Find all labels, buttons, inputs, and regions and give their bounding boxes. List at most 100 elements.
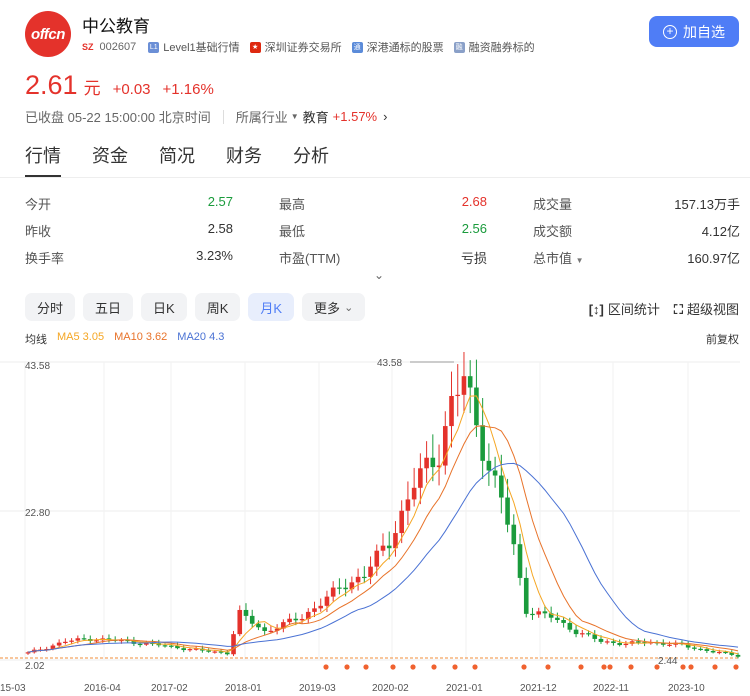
- candle-body: [542, 611, 548, 614]
- tab-analysis[interactable]: 分析: [293, 142, 329, 177]
- candle-body: [299, 618, 305, 621]
- candle-body: [287, 618, 292, 623]
- candle-body: [343, 587, 348, 590]
- candle-body: [710, 650, 716, 653]
- x-axis-label: 2016-04: [84, 683, 121, 694]
- super-view-label: 超级视图: [686, 302, 739, 317]
- adjust-mode[interactable]: 前复权: [706, 331, 739, 347]
- stat-value: 157.13万手: [674, 197, 740, 212]
- badge-exchange[interactable]: ★ 深圳证券交易所: [249, 39, 342, 55]
- ma-lines: [27, 395, 739, 655]
- stat-value: 2.68: [461, 194, 487, 209]
- stat-value: 亏损: [460, 251, 487, 266]
- candle-body: [337, 587, 342, 589]
- candle-body: [75, 638, 81, 641]
- period-more-button[interactable]: 更多 ⌄: [302, 293, 366, 321]
- candle-body: [455, 394, 461, 397]
- x-axis-label: 2017-02: [151, 683, 188, 694]
- stat-open: 今开 2.57: [25, 194, 233, 213]
- event-dot: [607, 664, 613, 670]
- candle-body: [636, 641, 641, 643]
- industry-link[interactable]: 所属行业 ▼ 教育 +1.57% ›: [236, 107, 388, 126]
- event-dot: [521, 664, 527, 670]
- event-dot: [733, 664, 739, 670]
- kline-chart[interactable]: 43.58 22.80 2.02 43.58 2.44 15-03 2016-04…: [0, 352, 750, 696]
- candle-body: [411, 487, 417, 500]
- x-axis-label: 2018-01: [225, 683, 262, 694]
- candle-body: [567, 622, 573, 630]
- china-flag-icon: ★: [249, 41, 261, 53]
- stats-row: 今开 2.57 最高 2.68 成交量 157.13万手: [25, 190, 740, 217]
- stats-row: 昨收 2.58 最低 2.56 成交额 4.12亿: [25, 217, 740, 244]
- stat-market-cap[interactable]: 总市值 ▼ 160.97亿: [533, 248, 740, 267]
- tab-profile[interactable]: 简况: [159, 142, 195, 177]
- candle-body: [187, 649, 193, 651]
- stat-pe: 市盈(TTM) 亏损: [279, 248, 487, 267]
- candle-body: [237, 609, 243, 635]
- stat-turnover-rate: 换手率 3.23%: [25, 248, 233, 267]
- candle-body: [256, 623, 261, 628]
- industry-change: +1.57%: [332, 109, 378, 124]
- x-axis-label: 15-03: [0, 683, 26, 694]
- candle-body: [430, 457, 436, 468]
- add-watchlist-button[interactable]: + 加自选: [649, 16, 739, 47]
- chevron-right-icon: ›: [383, 109, 388, 124]
- candle-body: [362, 576, 367, 579]
- tab-funds[interactable]: 资金: [92, 142, 128, 177]
- event-dot: [323, 664, 329, 670]
- add-watchlist-label: 加自选: [683, 23, 725, 40]
- event-dot: [390, 664, 396, 670]
- event-dot: [578, 664, 584, 670]
- badge-level1[interactable]: L1 Level1基础行情: [148, 39, 240, 55]
- candle-body: [492, 470, 498, 476]
- candle-body: [692, 647, 697, 649]
- period-monthly-button[interactable]: 月K: [248, 293, 295, 321]
- candle-body: [249, 615, 255, 624]
- candle-body: [617, 642, 622, 646]
- candle-body: [704, 649, 710, 651]
- candle-body: [168, 645, 174, 647]
- industry-name: 教育: [302, 110, 329, 125]
- period-weekly-button[interactable]: 周K: [194, 293, 241, 321]
- event-dot: [431, 664, 437, 670]
- candle-body: [474, 387, 479, 426]
- chart-tools: [↕] 区间统计 ⛶ 超级视图: [589, 299, 739, 318]
- stat-prev-close: 昨收 2.58: [25, 221, 233, 240]
- badge-connect[interactable]: 通 深港通标的股票: [351, 39, 444, 55]
- candle-body: [598, 638, 604, 642]
- super-view-button[interactable]: ⛶ 超级视图: [674, 299, 739, 318]
- badge-margin[interactable]: 融 融资融券标的: [453, 39, 535, 55]
- stat-label: 最低: [279, 224, 306, 239]
- candle-body: [69, 640, 74, 642]
- candle-body: [162, 645, 168, 647]
- candle-body: [486, 460, 492, 471]
- candle-body: [25, 652, 31, 654]
- industry-label: 所属行业: [235, 110, 288, 125]
- y-axis-label: 22.80: [25, 508, 50, 519]
- candle-body: [698, 648, 703, 651]
- period-intraday-button[interactable]: 分时: [25, 293, 76, 321]
- price-unit: 元: [83, 79, 101, 98]
- ma-label: 均线: [25, 334, 47, 346]
- range-stats-button[interactable]: [↕] 区间统计: [589, 299, 660, 318]
- candle-body: [243, 609, 249, 616]
- candle-body: [555, 617, 560, 621]
- event-dot: [628, 664, 634, 670]
- event-dot: [680, 664, 686, 670]
- event-dot: [545, 664, 551, 670]
- tabs-divider: [0, 177, 750, 178]
- stat-value: 3.23%: [196, 248, 233, 263]
- tab-quote[interactable]: 行情: [25, 142, 61, 177]
- period-daily-button[interactable]: 日K: [141, 293, 187, 321]
- candle-body: [94, 640, 99, 642]
- tab-finance[interactable]: 财务: [226, 142, 262, 177]
- stock-header: offcn 中公教育 SZ 002607 L1 Level1基础行情 ★ 深圳证…: [0, 0, 750, 64]
- expand-chevron-icon[interactable]: ⌄: [374, 268, 384, 282]
- period-5day-button[interactable]: 五日: [83, 293, 134, 321]
- candle-body: [318, 605, 324, 609]
- candle-body: [561, 620, 566, 623]
- stat-label: 换手率: [25, 251, 65, 266]
- candle-body: [81, 638, 87, 640]
- candle-body: [523, 577, 529, 614]
- event-dot: [601, 664, 607, 670]
